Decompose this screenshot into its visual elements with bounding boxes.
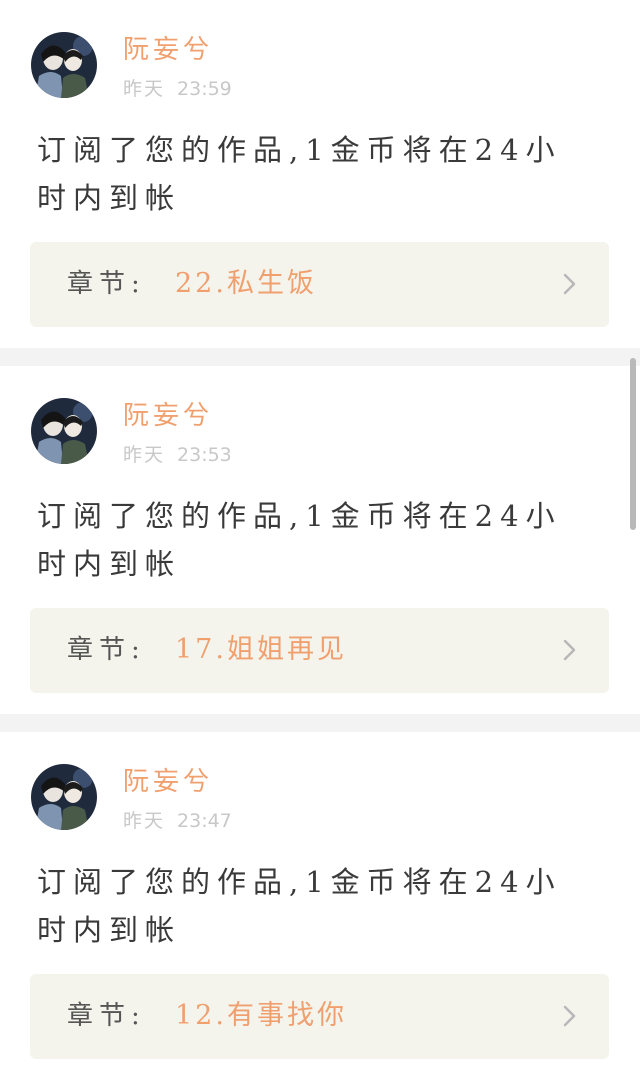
chapter-title: 22.私生饭 — [175, 268, 317, 299]
time-label: 23:53 — [177, 444, 232, 466]
message-text: 订阅了您的作品,1金币将在24小时内到帐 — [37, 133, 562, 215]
user-name[interactable]: 阮妄兮 — [123, 32, 213, 68]
chapter-label: 章节: — [67, 1001, 146, 1031]
timestamp: 昨天 23:59 — [123, 76, 232, 102]
avatar[interactable] — [31, 32, 97, 98]
date-label: 昨天 — [123, 444, 166, 466]
notification-card: 阮妄兮 昨天 23:47 订阅了您的作品,1金币将在24小时内到帐 章节: 12.… — [0, 732, 640, 1077]
card-separator — [0, 348, 640, 366]
time-label: 23:59 — [177, 78, 232, 100]
notification-card: 阮妄兮 昨天 23:53 订阅了您的作品,1金币将在24小时内到帐 章节: 17.… — [0, 366, 640, 714]
message-text: 订阅了您的作品,1金币将在24小时内到帐 — [37, 499, 562, 581]
time-label: 23:47 — [177, 810, 232, 832]
date-label: 昨天 — [123, 810, 166, 832]
chapter-link[interactable]: 章节: 17.姐姐再见 — [30, 608, 609, 693]
date-label: 昨天 — [123, 78, 166, 100]
chapter-link[interactable]: 章节: 12.有事找你 — [30, 974, 609, 1059]
scrollbar[interactable] — [630, 358, 636, 530]
chevron-right-icon — [563, 273, 576, 295]
timestamp: 昨天 23:53 — [123, 442, 232, 468]
chevron-right-icon — [563, 639, 576, 661]
avatar[interactable] — [31, 764, 97, 830]
user-name[interactable]: 阮妄兮 — [123, 398, 213, 434]
chapter-label: 章节: — [67, 635, 146, 665]
user-name[interactable]: 阮妄兮 — [123, 764, 213, 800]
avatar[interactable] — [31, 398, 97, 464]
chapter-label: 章节: — [67, 269, 146, 299]
notification-card: 阮妄兮 昨天 23:59 订阅了您的作品,1金币将在24小时内到帐 章节: 22.… — [0, 0, 640, 348]
chevron-right-icon — [563, 1005, 576, 1027]
chapter-title: 12.有事找你 — [175, 1000, 347, 1031]
chapter-link[interactable]: 章节: 22.私生饭 — [30, 242, 609, 327]
message-text: 订阅了您的作品,1金币将在24小时内到帐 — [37, 865, 562, 947]
notification-feed: 阮妄兮 昨天 23:59 订阅了您的作品,1金币将在24小时内到帐 章节: 22.… — [0, 0, 640, 1077]
chapter-title: 17.姐姐再见 — [175, 634, 347, 665]
card-separator — [0, 714, 640, 732]
timestamp: 昨天 23:47 — [123, 808, 232, 834]
